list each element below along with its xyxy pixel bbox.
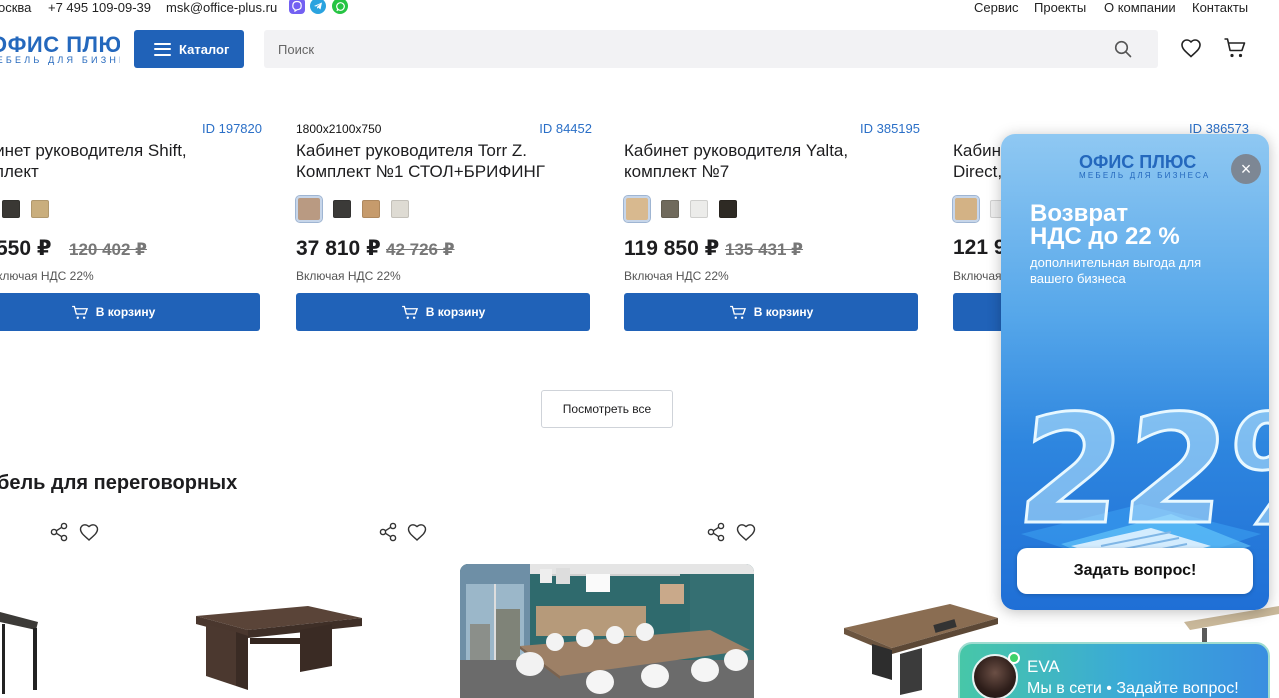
promo-headline-1: Возврат: [1030, 200, 1129, 227]
logo-subtitle: МЕБЕЛЬ ДЛЯ БИЗНЕСА: [0, 55, 120, 65]
menu-icon: [154, 42, 171, 56]
product-old-price: 42 726 ₽: [386, 240, 455, 259]
cart-icon[interactable]: [1223, 36, 1247, 60]
promo-headline-2: НДС до 22 %: [1030, 223, 1180, 250]
product-image-table[interactable]: [0, 600, 45, 698]
product-image-conference-room[interactable]: [460, 564, 754, 698]
promo-logo-title: ОФИС ПЛЮС: [1079, 152, 1197, 172]
viber-icon[interactable]: [289, 0, 305, 14]
product-old-price: 120 402 ₽: [69, 240, 148, 259]
color-swatch[interactable]: [31, 200, 49, 218]
product-id: ID 197820: [202, 121, 262, 136]
nav-service[interactable]: Сервис: [974, 0, 1019, 15]
color-swatches: [623, 195, 737, 223]
share-icon[interactable]: [48, 521, 70, 543]
color-swatches: [295, 195, 409, 223]
online-status-dot: [1008, 652, 1020, 664]
promo-popup: ОФИС ПЛЮС МЕБЕЛЬ ДЛЯ БИЗНЕСА × Возврат Н…: [1001, 134, 1269, 610]
search-input[interactable]: [264, 30, 1104, 68]
phone-link[interactable]: +7 495 109-09-39: [48, 0, 151, 15]
heart-icon[interactable]: [78, 521, 100, 543]
add-to-cart-label: В корзину: [425, 305, 486, 319]
share-icon[interactable]: [377, 521, 399, 543]
promo-logo-subtitle: МЕБЕЛЬ ДЛЯ БИЗНЕСА: [1079, 171, 1211, 180]
color-swatch[interactable]: [333, 200, 351, 218]
ask-question-button[interactable]: Задать вопрос!: [1017, 548, 1253, 594]
add-to-cart-button[interactable]: В корзину: [0, 293, 260, 331]
city-selector[interactable]: осква: [0, 0, 31, 15]
color-swatch[interactable]: [391, 200, 409, 218]
telegram-icon[interactable]: [310, 0, 326, 14]
vat-note: Включая НДС 22%: [0, 269, 94, 283]
color-swatch[interactable]: [719, 200, 737, 218]
chat-agent-name: EVA: [1027, 657, 1060, 676]
color-swatch-selected[interactable]: [623, 195, 651, 223]
cart-icon: [729, 305, 746, 319]
chat-widget[interactable]: EVA Мы в сети • Задайте вопрос!: [958, 642, 1270, 698]
share-icon[interactable]: [705, 521, 727, 543]
color-swatches: [2, 196, 49, 222]
chat-status-text: Мы в сети • Задайте вопрос!: [1027, 680, 1239, 697]
color-swatch[interactable]: [661, 200, 679, 218]
add-to-cart-label: В корзину: [95, 305, 156, 319]
add-to-cart-button[interactable]: В корзину: [296, 293, 590, 331]
product-name[interactable]: Кабинет руководителя Torr Z. Комплект №1…: [296, 140, 592, 182]
search-icon[interactable]: [1114, 40, 1132, 58]
cart-icon: [401, 305, 418, 319]
nav-about[interactable]: О компании: [1104, 0, 1176, 15]
heart-icon[interactable]: [406, 521, 428, 543]
product-id: ID 385195: [860, 121, 920, 136]
vat-note: Включая НДС 22%: [624, 269, 729, 283]
product-price: 121 9: [953, 236, 1006, 259]
product-old-price: 135 431 ₽: [725, 240, 804, 259]
favorites-heart-icon[interactable]: [1179, 36, 1203, 60]
color-swatch-selected[interactable]: [952, 195, 980, 223]
view-all-button[interactable]: Посмотреть все: [541, 390, 673, 428]
vat-note: Включая НДС 22%: [296, 269, 401, 283]
cart-icon: [71, 305, 88, 319]
section-title: бель для переговорных: [0, 472, 238, 494]
nav-projects[interactable]: Проекты: [1034, 0, 1086, 15]
color-swatch[interactable]: [362, 200, 380, 218]
nav-contacts[interactable]: Контакты: [1192, 0, 1248, 15]
add-to-cart-label: В корзину: [753, 305, 814, 319]
product-dimensions: 1800x2100x750: [296, 122, 382, 136]
product-price: 119 850 ₽: [624, 237, 720, 260]
color-swatch-selected[interactable]: [295, 195, 323, 223]
product-id: ID 84452: [539, 121, 592, 136]
promo-art-text: 22%: [1010, 383, 1269, 558]
product-name[interactable]: Кабинет руководителя Shift, комплект: [0, 140, 262, 182]
color-swatches: [952, 195, 1008, 223]
site-logo[interactable]: ОФИС ПЛЮС МЕБЕЛЬ ДЛЯ БИЗНЕСА: [0, 32, 120, 68]
product-card[interactable]: 1800x2100x750 ID 84452 Кабинет руководит…: [295, 118, 592, 338]
catalog-label: Каталог: [179, 41, 230, 57]
product-name[interactable]: Кабинет руководителя Yalta, комплект №7: [624, 140, 920, 182]
product-image-table[interactable]: [190, 600, 365, 695]
whatsapp-icon[interactable]: [332, 0, 348, 14]
close-icon[interactable]: ×: [1231, 154, 1261, 184]
product-price: 550 ₽: [0, 237, 52, 260]
vat-note: Включая: [953, 269, 1002, 283]
search-bar: [264, 30, 1158, 68]
top-utility-bar: осква +7 495 109-09-39 msk@office-plus.r…: [0, 0, 1279, 18]
color-swatch[interactable]: [690, 200, 708, 218]
add-to-cart-button[interactable]: В корзину: [624, 293, 918, 331]
product-price: 37 810 ₽: [296, 237, 381, 260]
color-swatch[interactable]: [2, 200, 20, 218]
promo-subtitle: дополнительная выгода для вашего бизнеса: [1030, 255, 1202, 286]
heart-icon[interactable]: [735, 521, 757, 543]
product-card[interactable]: ID 385195 Кабинет руководителя Yalta, ко…: [623, 118, 920, 338]
product-card[interactable]: ID 197820 Кабинет руководителя Shift, ко…: [0, 118, 262, 338]
email-link[interactable]: msk@office-plus.ru: [166, 0, 277, 15]
catalog-button[interactable]: Каталог: [134, 30, 244, 68]
